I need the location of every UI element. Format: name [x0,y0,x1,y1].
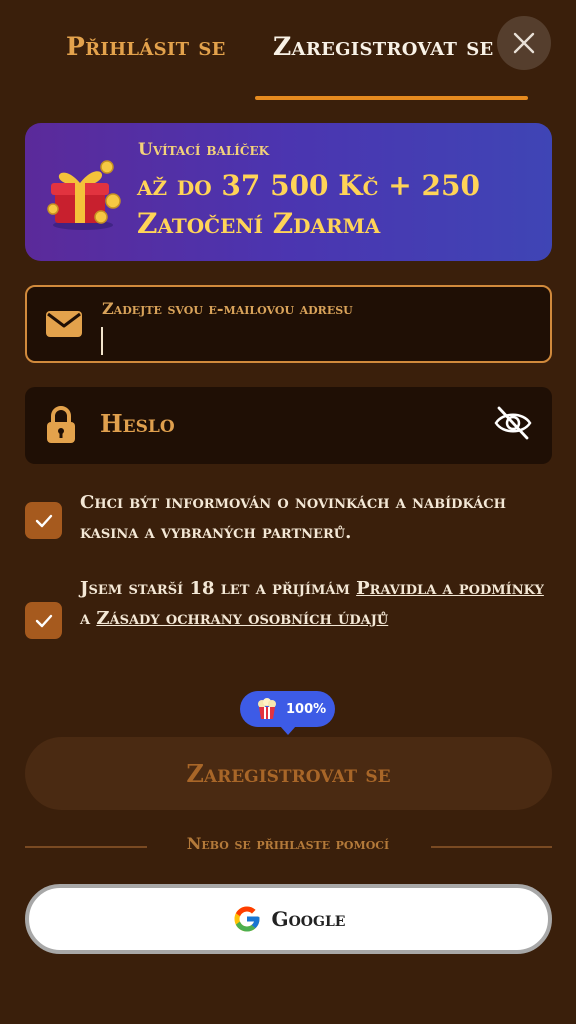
google-label: Google [271,907,346,931]
active-tab-indicator [255,96,528,100]
terms-link[interactable]: Pravidla a podmínky [356,578,544,599]
close-icon [513,32,535,54]
terms-text-middle: a [80,608,97,629]
text-caret [101,327,103,355]
tab-login[interactable]: Přihlásit se [66,32,226,61]
mail-icon [46,311,82,337]
banner-offer-line2: Zatočení Zdarma [137,207,381,240]
tab-register[interactable]: Zaregistrovat se [273,32,494,61]
google-icon [234,906,260,932]
divider-right [431,846,552,848]
divider-text: Nebo se přihlaste pomocí [186,834,390,853]
banner-offer-line1: až do 37 500 Kč + 250 [137,169,480,202]
lock-icon [47,406,75,443]
auth-tabs: Přihlásit se Zaregistrovat se [0,0,576,100]
register-submit-button[interactable]: Zaregistrovat se [25,737,552,810]
terms-checkbox[interactable] [25,602,62,639]
email-label: Zadejte svou e-mailovou adresu [102,299,353,318]
progress-badge: 100% [240,691,335,735]
banner-offer: až do 37 500 Kč + 250 Zatočení Zdarma [137,167,480,243]
gift-icon [47,160,121,230]
check-icon [35,614,52,627]
check-icon [35,514,52,527]
password-label: Heslo [100,409,175,438]
email-field[interactable]: Zadejte svou e-mailovou adresu [25,285,552,363]
google-login-button[interactable]: Google [25,884,552,954]
newsletter-checkbox[interactable] [25,502,62,539]
banner-subtitle: Uvítací balíček [138,140,270,160]
password-field[interactable]: Heslo [25,387,552,464]
popcorn-icon [258,698,276,719]
welcome-banner[interactable]: Uvítací balíček až do 37 500 Kč + 250 Za… [25,123,552,261]
newsletter-text: Chci být informován o novinkách a nabídk… [80,492,506,543]
terms-text-prefix: Jsem starší 18 let a přijímám [80,578,357,599]
terms-text: Jsem starší 18 let a přijímám Pravidla a… [80,574,550,634]
eye-off-icon[interactable] [493,403,533,443]
close-button[interactable] [497,16,551,70]
progress-badge-text: 100% [286,701,327,717]
privacy-link[interactable]: Zásady ochrany osobních údajů [96,608,388,629]
